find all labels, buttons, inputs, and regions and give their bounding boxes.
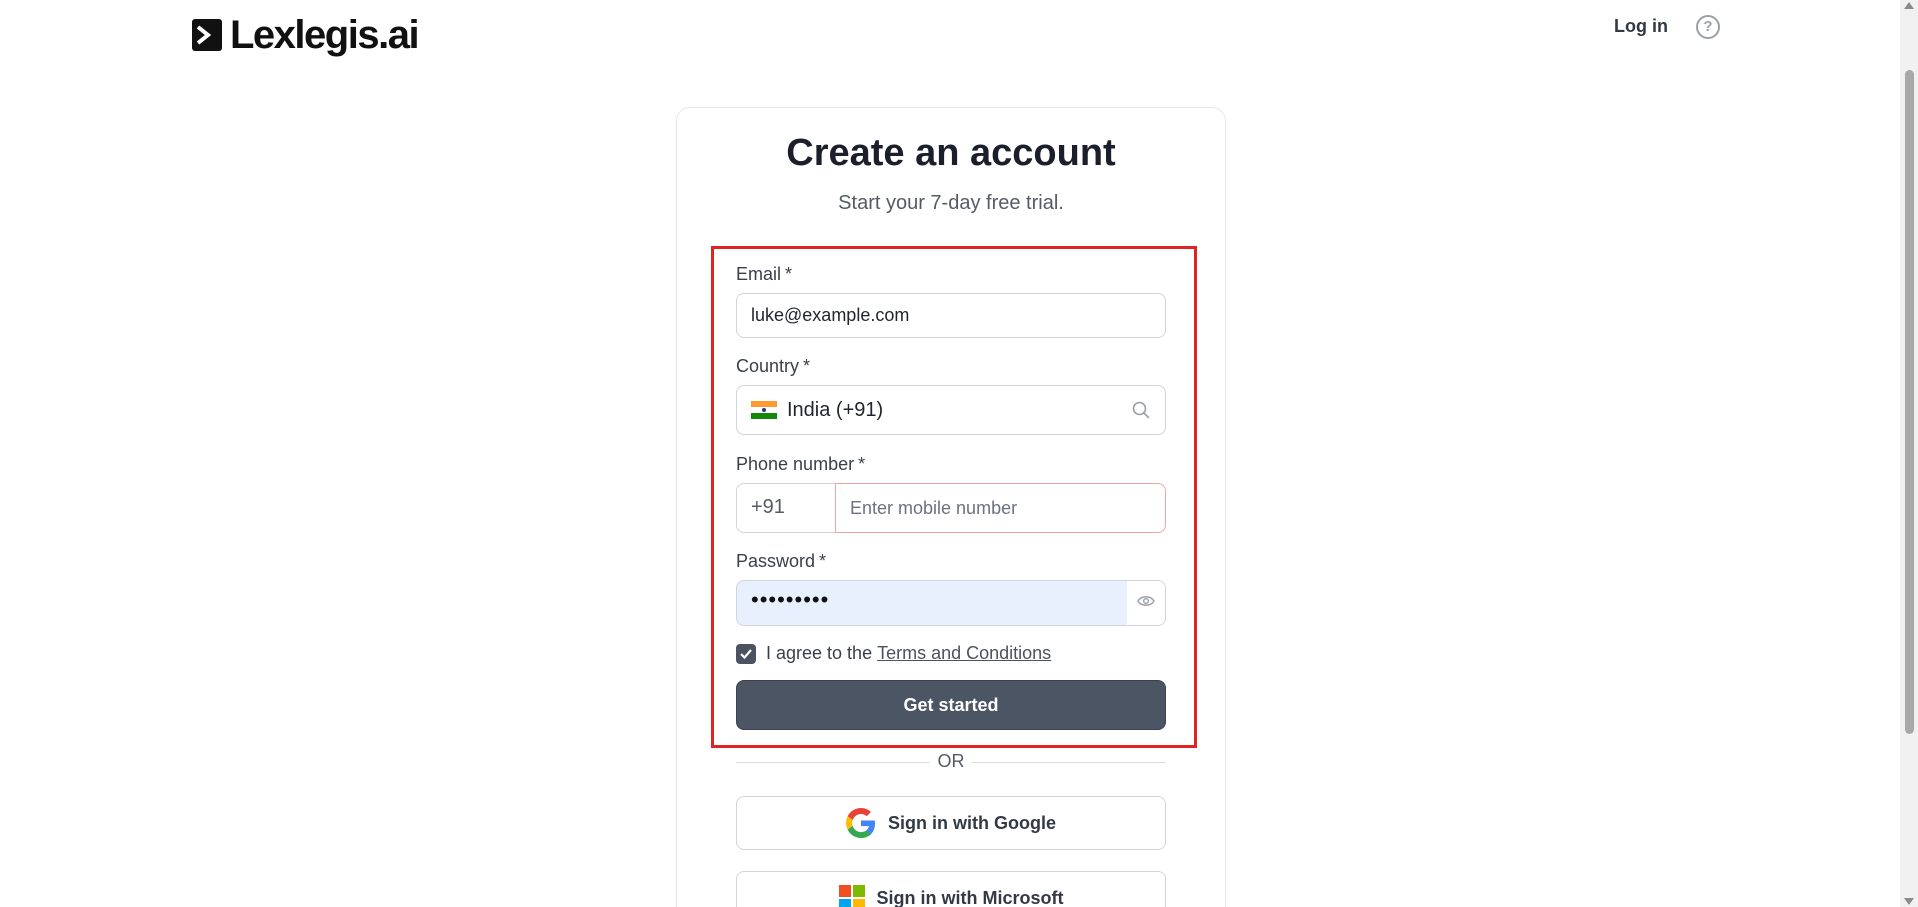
login-link[interactable]: Log in: [1614, 16, 1668, 37]
terms-text: I agree to the: [766, 643, 873, 663]
password-value: •••••••••: [751, 587, 830, 612]
eye-icon[interactable]: [1137, 594, 1155, 613]
phone-label: Phone number *: [736, 454, 866, 474]
country-select[interactable]: India (+91): [736, 385, 1166, 435]
country-label: Country *: [736, 356, 811, 376]
scroll-thumb[interactable]: [1905, 70, 1914, 734]
search-icon[interactable]: [1131, 400, 1151, 425]
or-divider: OR: [736, 751, 1166, 773]
top-header: Lexlegis.ai Log in ?: [0, 0, 1900, 70]
scroll-down-icon[interactable]: [1904, 898, 1914, 905]
google-signin-label: Sign in with Google: [888, 812, 1056, 833]
phone-input[interactable]: [835, 483, 1166, 533]
page-scrollbar[interactable]: [1900, 0, 1918, 907]
terms-checkbox[interactable]: [736, 643, 756, 664]
terms-link[interactable]: Terms and Conditions: [877, 643, 1051, 663]
microsoft-signin-label: Sign in with Microsoft: [876, 887, 1064, 907]
logo[interactable]: Lexlegis.ai: [192, 13, 420, 57]
google-signin-button[interactable]: Sign in with Google: [736, 796, 1166, 850]
phone-country-code: +91: [736, 483, 836, 533]
country-value: India (+91): [787, 398, 884, 421]
microsoft-signin-button[interactable]: Sign in with Microsoft: [736, 871, 1166, 907]
password-field[interactable]: •••••••••: [736, 580, 1166, 626]
india-flag-icon: [751, 401, 777, 419]
logo-mark-icon: [192, 19, 222, 51]
logo-text: Lexlegis.ai: [230, 13, 420, 57]
password-label: Password *: [736, 551, 827, 571]
get-started-button[interactable]: Get started: [736, 680, 1166, 730]
email-field[interactable]: luke@example.com: [736, 293, 1166, 338]
page-subtitle: Start your 7-day free trial.: [838, 192, 1064, 214]
help-icon[interactable]: ?: [1696, 15, 1720, 39]
email-label: Email *: [736, 264, 793, 284]
page-title: Create an account: [786, 132, 1116, 174]
terms-agreement: I agree to the Terms and Conditions: [736, 643, 1051, 664]
google-icon: [846, 808, 876, 838]
scroll-up-icon[interactable]: [1904, 2, 1914, 9]
microsoft-icon: [838, 885, 865, 907]
